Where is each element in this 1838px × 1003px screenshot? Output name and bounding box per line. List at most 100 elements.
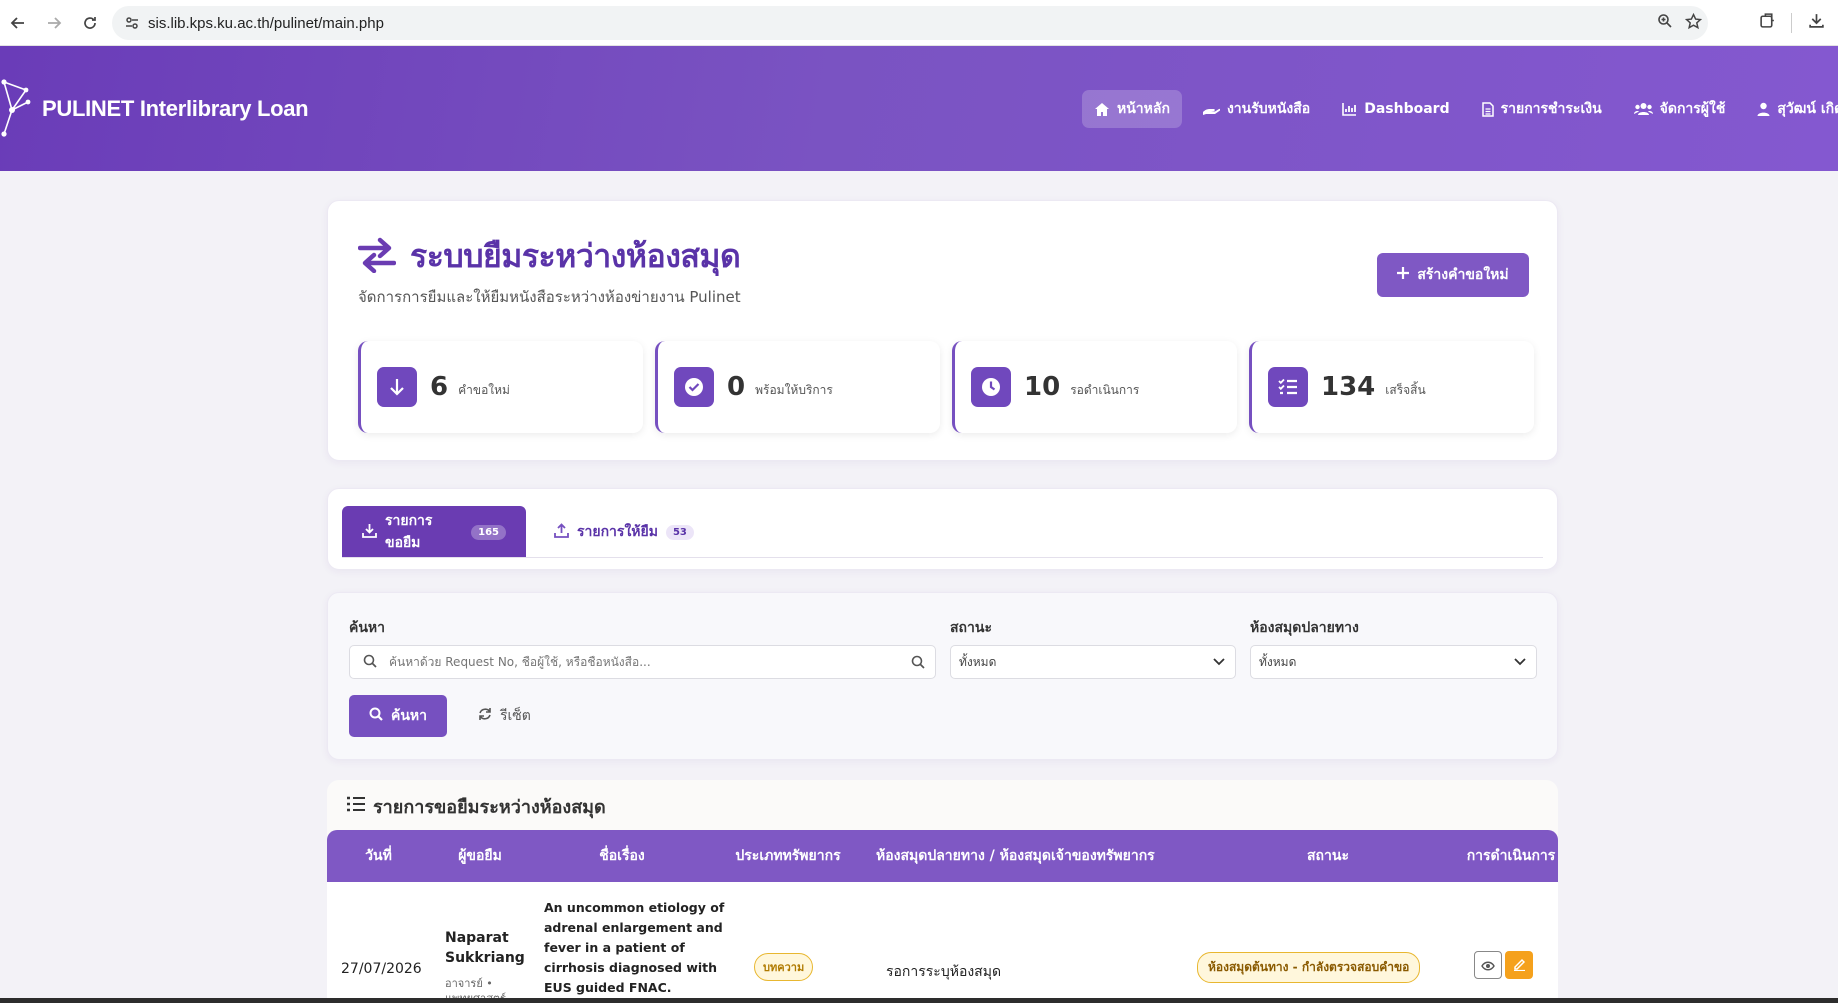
search-input[interactable] xyxy=(389,655,889,669)
search-field[interactable] xyxy=(349,645,936,679)
tab-label: รายการขอยืม xyxy=(385,513,433,551)
download-icon[interactable] xyxy=(1800,12,1832,34)
row-title[interactable]: An uncommon etiology of adrenal enlargem… xyxy=(544,898,726,998)
tab-label: รายการให้ยืม xyxy=(577,524,658,540)
borrower-last-name: Sukkriang xyxy=(445,950,525,966)
hand-icon xyxy=(1202,102,1220,116)
nav-user-profile[interactable]: สุวัฒน์ เกิดม xyxy=(1745,90,1838,128)
search-label: ค้นหา xyxy=(349,620,386,636)
clock-icon xyxy=(971,367,1011,407)
stat-label: พร้อมให้บริการ xyxy=(755,382,833,397)
stats-row: 6 คำขอใหม่ 0 พร้อมให้บริการ 10 รอดำเนินก… xyxy=(358,341,1534,433)
title-line: adrenal enlargement and xyxy=(544,920,723,935)
tab-count-badge: 53 xyxy=(665,524,694,540)
stat-value: 6 xyxy=(430,372,449,402)
download-icon xyxy=(362,523,377,542)
status-select-value: ทั้งหมด xyxy=(959,654,997,669)
user-icon xyxy=(1757,102,1770,116)
back-icon[interactable] xyxy=(0,5,36,41)
site-info-icon[interactable] xyxy=(124,15,140,35)
stat-label: คำขอใหม่ xyxy=(458,382,510,397)
app-header: PULINET Interlibrary Loan หน้าหลัก งานรั… xyxy=(0,46,1838,171)
view-button[interactable] xyxy=(1474,951,1502,979)
filter-card: ค้นหา สถานะ ทั้งหมด ห้องสมุดปลายทาง ทั้ง… xyxy=(327,592,1558,760)
chart-icon xyxy=(1342,102,1357,116)
column-header-type[interactable]: ประเภททรัพยากร xyxy=(714,830,862,882)
row-borrower-name: Naparat Sukkriang xyxy=(445,928,525,968)
create-request-label: สร้างคำขอใหม่ xyxy=(1417,267,1509,283)
column-header-status[interactable]: สถานะ xyxy=(1178,830,1478,882)
column-header-title[interactable]: ชื่อเรื่อง xyxy=(530,830,714,882)
users-icon xyxy=(1633,102,1653,116)
bookmark-star-icon[interactable] xyxy=(1684,12,1703,34)
search-submit-icon[interactable] xyxy=(911,655,925,672)
tab-count-badge: 165 xyxy=(471,524,506,540)
library-label: ห้องสมุดปลายทาง xyxy=(1250,620,1359,636)
borrower-first-name: Naparat xyxy=(445,930,509,946)
nav-label: Dashboard xyxy=(1364,101,1450,117)
library-select[interactable]: ทั้งหมด xyxy=(1250,645,1537,679)
row-status: ห้องสมุดต้นทาง - กำลังตรวจสอบคำขอ xyxy=(1197,952,1421,983)
tab-divider xyxy=(342,557,1543,558)
document-icon xyxy=(1481,101,1494,117)
edit-button[interactable] xyxy=(1505,951,1533,979)
title-line: cirrhosis diagnosed with xyxy=(544,960,718,975)
nav-home[interactable]: หน้าหลัก xyxy=(1082,90,1182,128)
edit-icon xyxy=(1513,956,1526,975)
extensions-icon[interactable] xyxy=(1751,12,1783,34)
column-header-actions: การดำเนินการ xyxy=(1466,848,1556,864)
exchange-arrows-icon xyxy=(357,237,397,277)
title-line: fever in a patient of xyxy=(544,940,685,955)
arrow-down-icon xyxy=(377,367,417,407)
chevron-down-icon xyxy=(1213,655,1225,669)
nav-dashboard[interactable]: Dashboard xyxy=(1330,93,1461,125)
network-logo-icon xyxy=(0,72,32,146)
stat-card-completed[interactable]: 134 เสร็จสิ้น xyxy=(1249,341,1534,433)
search-icon xyxy=(369,707,383,725)
zoom-icon[interactable] xyxy=(1657,13,1673,33)
forward-icon[interactable] xyxy=(36,5,72,41)
column-header-borrower[interactable]: ผู้ขอยืม xyxy=(430,830,530,882)
stat-value: 0 xyxy=(727,372,746,402)
eye-icon xyxy=(1481,956,1495,975)
chevron-down-icon xyxy=(1514,655,1526,669)
row-date: 27/07/2026 xyxy=(341,961,422,977)
create-request-button[interactable]: สร้างคำขอใหม่ xyxy=(1377,253,1529,297)
search-icon xyxy=(363,654,377,671)
brand[interactable]: PULINET Interlibrary Loan xyxy=(0,46,309,171)
check-circle-icon xyxy=(674,367,714,407)
reset-button[interactable]: รีเซ็ต xyxy=(478,695,531,737)
status-select[interactable]: ทั้งหมด xyxy=(950,645,1236,679)
borrower-role: อาจารย์ • xyxy=(445,977,493,990)
search-button[interactable]: ค้นหา xyxy=(349,695,447,737)
title-line: An uncommon etiology of xyxy=(544,900,725,915)
refresh-icon xyxy=(478,707,492,725)
page-title: ระบบยืมระหว่างห้องสมุด xyxy=(410,237,741,275)
table-row[interactable]: 27/07/2026 Naparat Sukkriang อาจารย์ • แ… xyxy=(327,882,1558,1003)
stat-value: 10 xyxy=(1024,372,1061,402)
stat-card-ready[interactable]: 0 พร้อมให้บริการ xyxy=(655,341,940,433)
url-text[interactable]: sis.lib.kps.ku.ac.th/pulinet/main.php xyxy=(148,15,384,32)
tab-borrow-requests[interactable]: รายการขอยืม 165 xyxy=(342,506,526,558)
window-bottom-edge xyxy=(0,998,1838,1003)
nav-label: หน้าหลัก xyxy=(1117,101,1170,117)
reload-icon[interactable] xyxy=(72,5,108,41)
nav-label: รายการชำระเงิน xyxy=(1500,101,1602,117)
title-line: EUS guided FNAC. xyxy=(544,980,672,995)
status-label: สถานะ xyxy=(950,620,992,636)
search-button-label: ค้นหา xyxy=(390,708,428,724)
nav-users[interactable]: จัดการผู้ใช้ xyxy=(1622,90,1738,128)
request-list-card: รายการขอยืมระหว่างห้องสมุด วันที่ ผู้ขอย… xyxy=(327,780,1558,1003)
list-check-icon xyxy=(1268,367,1308,407)
nav-payments[interactable]: รายการชำระเงิน xyxy=(1470,90,1614,128)
address-bar[interactable]: sis.lib.kps.ku.ac.th/pulinet/main.php xyxy=(112,6,1708,40)
upload-icon xyxy=(554,522,569,542)
tab-lend-requests[interactable]: รายการให้ยืม 53 xyxy=(534,506,714,558)
column-header-date[interactable]: วันที่ xyxy=(327,830,430,882)
stat-card-pending[interactable]: 10 รอดำเนินการ xyxy=(952,341,1237,433)
nav-receive-books[interactable]: งานรับหนังสือ xyxy=(1190,90,1322,128)
stat-card-new[interactable]: 6 คำขอใหม่ xyxy=(358,341,643,433)
status-badge: ห้องสมุดต้นทาง - กำลังตรวจสอบคำขอ xyxy=(1197,952,1421,983)
browser-toolbar: sis.lib.kps.ku.ac.th/pulinet/main.php xyxy=(0,0,1838,46)
column-header-library[interactable]: ห้องสมุดปลายทาง / ห้องสมุดเจ้าของทรัพยาก… xyxy=(862,830,1178,882)
